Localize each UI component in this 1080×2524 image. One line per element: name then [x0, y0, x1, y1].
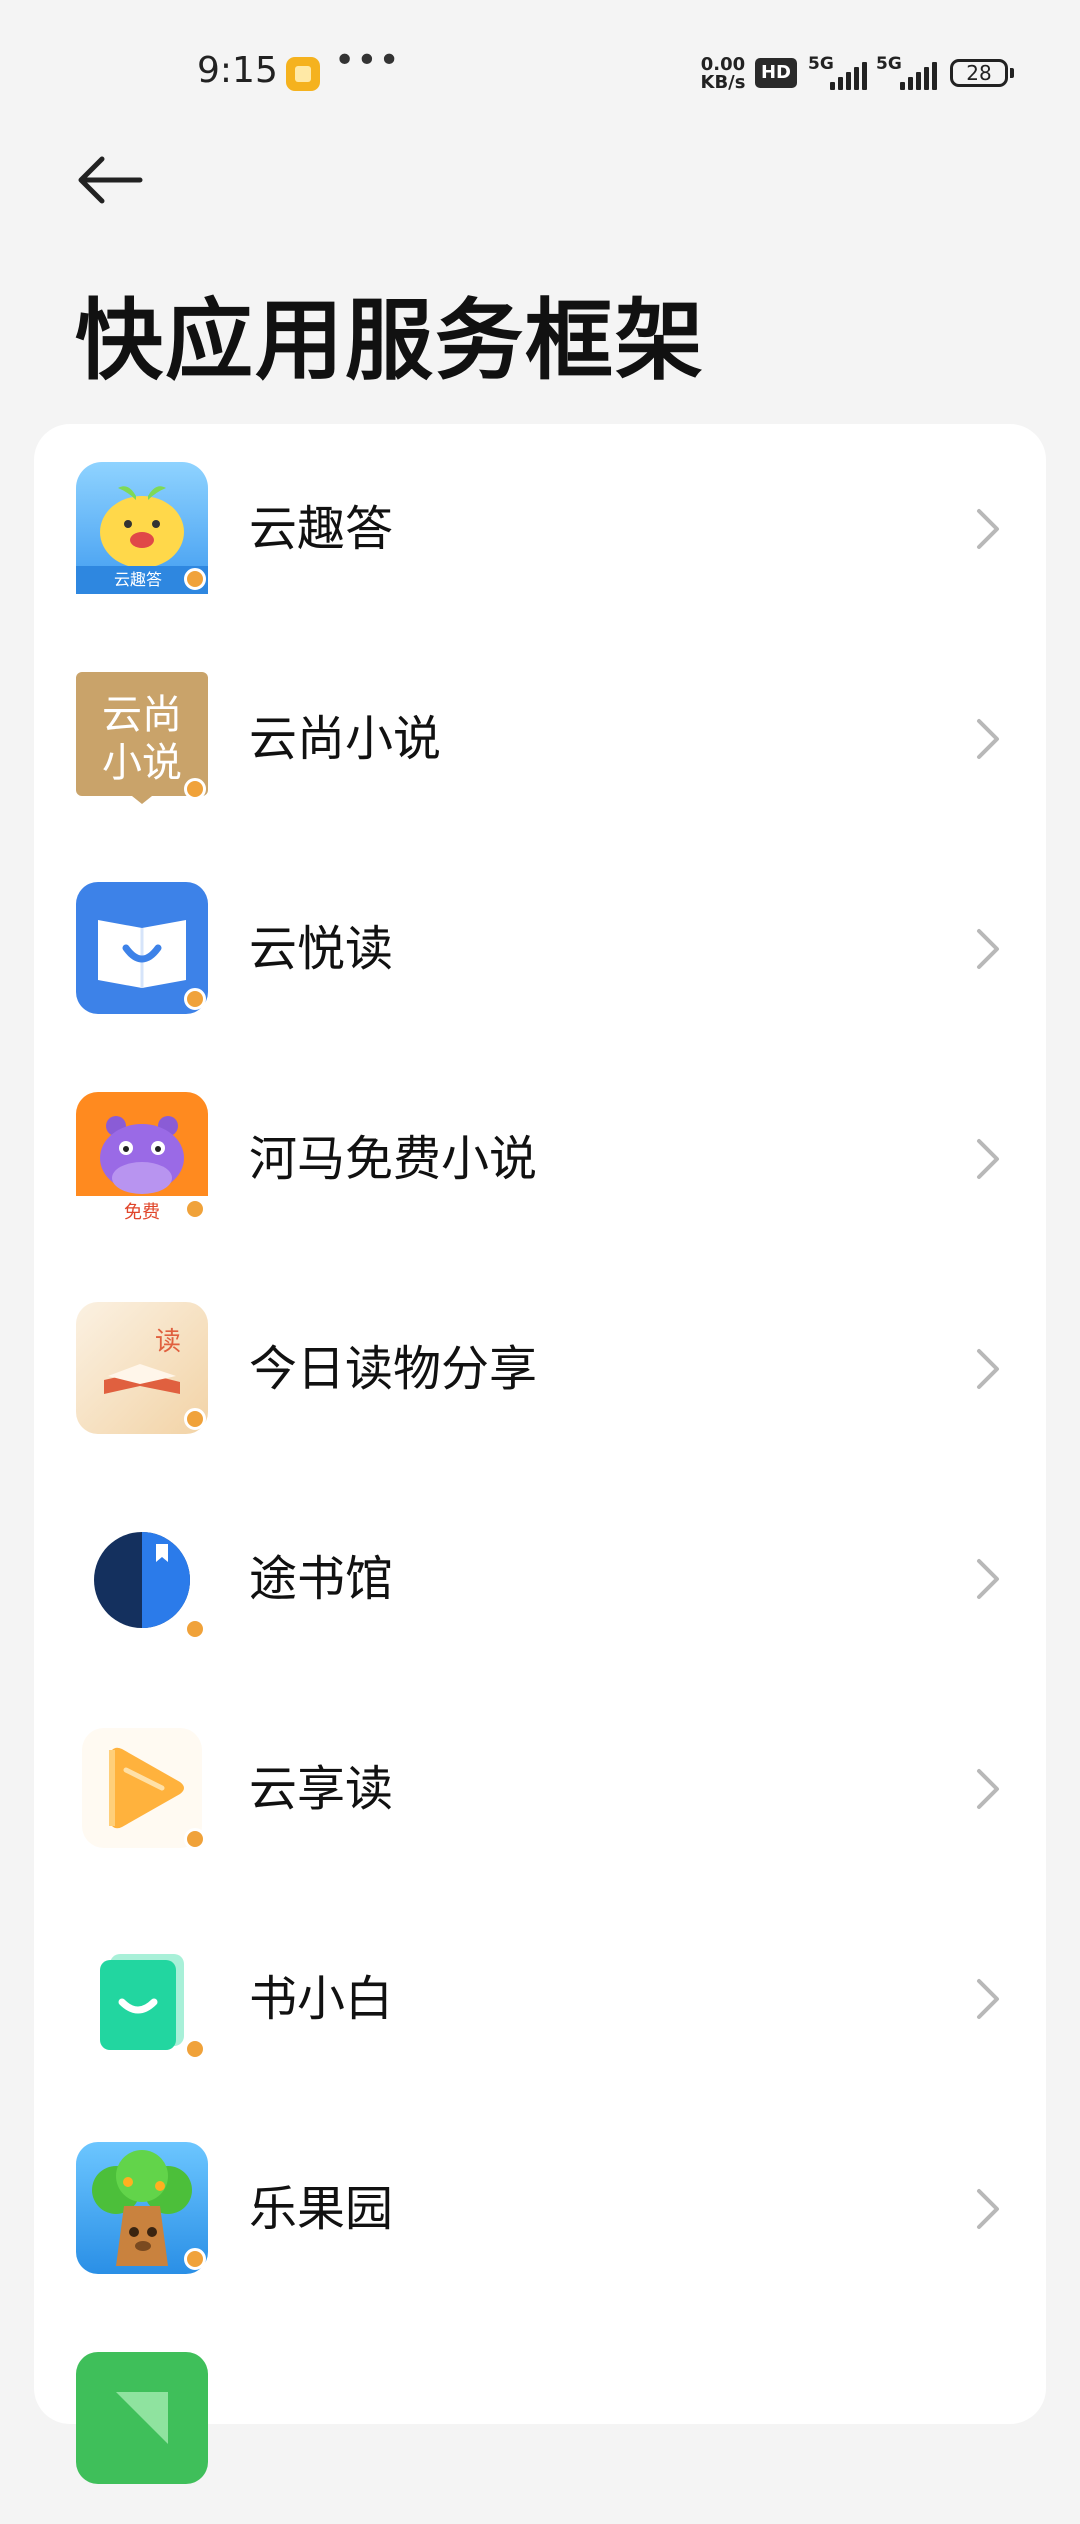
- network-speed-unit: KB/s: [700, 72, 746, 93]
- link-badge-icon: [184, 778, 206, 800]
- list-item[interactable]: 途书馆: [34, 1474, 1046, 1684]
- link-badge-icon: [184, 2248, 206, 2270]
- list-item[interactable]: 书小白: [34, 1894, 1046, 2104]
- status-time: 9:15: [197, 50, 278, 91]
- page-title: 快应用服务框架: [75, 289, 706, 392]
- chevron-right-icon: [977, 1559, 999, 1599]
- leguoyuan-icon: [76, 2142, 208, 2274]
- app-name: 云享读: [249, 1761, 394, 1817]
- app-name: 书小白: [249, 1971, 394, 2027]
- app-list: 云趣答 云趣答 云尚 小说 云尚小说 云悦读 免费 河马免费小说 读 今日读物分…: [34, 424, 1046, 2484]
- back-button[interactable]: [70, 145, 150, 215]
- list-item[interactable]: 云悦读: [34, 844, 1046, 1054]
- battery-icon: 28: [950, 59, 1014, 87]
- app-name: 途书馆: [249, 1551, 394, 1607]
- yunshang-icon-text-1: 云尚: [102, 692, 182, 738]
- hema-novel-icon: 免费: [76, 1092, 208, 1224]
- status-bar: 9:15 ••• 0.00 KB/s HD 5G 5G 28: [0, 0, 1080, 150]
- chevron-right-icon: [977, 509, 999, 549]
- back-arrow-icon: [78, 156, 143, 204]
- link-badge-icon: [184, 988, 206, 1010]
- list-item[interactable]: [34, 2314, 1046, 2524]
- app-name: 河马免费小说: [249, 1131, 538, 1187]
- app-name: 今日读物分享: [249, 1341, 538, 1397]
- app-name: 云趣答: [249, 501, 394, 557]
- link-badge-icon: [184, 568, 206, 590]
- shuxiaobai-icon: [76, 1932, 208, 2064]
- app-name: 云尚小说: [249, 711, 442, 767]
- chevron-right-icon: [977, 719, 999, 759]
- list-item[interactable]: 读 今日读物分享: [34, 1264, 1046, 1474]
- yunyuedu-icon: [76, 882, 208, 1014]
- network-speed: 0.00 KB/s: [698, 56, 748, 92]
- link-badge-icon: [184, 1828, 206, 1850]
- more-notifications-icon: •••: [334, 40, 401, 81]
- app-name: 云悦读: [249, 921, 394, 977]
- list-item[interactable]: 免费 河马免费小说: [34, 1054, 1046, 1264]
- hd-voice-icon: HD: [755, 58, 797, 88]
- signal-strength-1-icon: [830, 60, 867, 90]
- link-badge-icon: [184, 1618, 206, 1640]
- hema-icon-text: 免费: [124, 1202, 160, 1223]
- link-badge-icon: [184, 2038, 206, 2060]
- app-name: 乐果园: [249, 2181, 394, 2237]
- yunqueda-icon-text: 云趣答: [114, 570, 162, 589]
- chevron-right-icon: [977, 1139, 999, 1179]
- jinri-reading-icon: 读: [76, 1302, 208, 1434]
- link-badge-icon: [184, 1408, 206, 1430]
- app-notification-icon: [286, 57, 320, 91]
- network-type-2: 5G: [876, 54, 902, 74]
- list-item[interactable]: 云享读: [34, 1684, 1046, 1894]
- chevron-right-icon: [977, 1349, 999, 1389]
- yunshang-novel-icon: 云尚 小说: [76, 672, 208, 804]
- list-item[interactable]: 云尚 小说 云尚小说: [34, 634, 1046, 844]
- link-badge-icon: [184, 1198, 206, 1220]
- signal-strength-2-icon: [900, 60, 937, 90]
- chevron-right-icon: [977, 1979, 999, 2019]
- list-item[interactable]: 乐果园: [34, 2104, 1046, 2314]
- jinri-icon-text: 读: [155, 1327, 181, 1357]
- list-item[interactable]: 云趣答 云趣答: [34, 424, 1046, 634]
- chevron-right-icon: [977, 929, 999, 969]
- chevron-right-icon: [977, 2189, 999, 2229]
- partial-green-app-icon: [76, 2352, 208, 2484]
- yunxiangdu-icon: [76, 1722, 208, 1854]
- chevron-right-icon: [977, 1769, 999, 1809]
- yunshang-icon-text-2: 小说: [102, 740, 182, 786]
- yunqueda-icon: 云趣答: [76, 462, 208, 594]
- tushuguan-icon: [76, 1512, 208, 1644]
